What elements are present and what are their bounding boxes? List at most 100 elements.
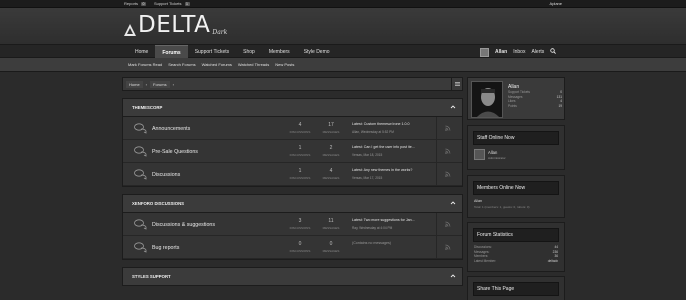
latest-meta: Versas, Mar 18, 2015 [352, 153, 383, 157]
forum-discussions: 1 DISCUSSIONS [286, 145, 314, 157]
discussion-label: DISCUSSIONS [289, 226, 311, 230]
tab-style-demo[interactable]: Style Demo [297, 45, 337, 59]
rss-icon[interactable] [436, 163, 458, 185]
forum-row: Announcements 4 DISCUSSIONS 17 MESSAGES … [123, 117, 462, 140]
topbar-user-link[interactable]: Aplane [550, 1, 562, 6]
collapse-chevron-icon[interactable] [450, 273, 456, 279]
menu-icon[interactable] [451, 78, 462, 90]
forum-title[interactable]: Discussions & suggestions [152, 222, 215, 228]
mark-forums-read-link[interactable]: Mark Forums Read [128, 62, 162, 67]
rss-icon[interactable] [436, 140, 458, 162]
breadcrumb-home[interactable]: Home [126, 80, 143, 88]
stat-value: 19 [558, 103, 562, 108]
breadcrumb: Home › Forums › [122, 77, 463, 91]
category-title[interactable]: XENFORO DISCUSSIONS [132, 201, 184, 206]
stat-value-latest-member[interactable]: deltadx [548, 259, 558, 264]
watched-threads-link[interactable]: Watched Threads [238, 62, 269, 67]
site-header: DELTA Dark [0, 8, 686, 44]
online-member-names[interactable]: Allan [474, 199, 558, 203]
staff-name[interactable]: Allan [488, 150, 506, 155]
nav-avatar[interactable] [480, 47, 489, 57]
staff-avatar[interactable] [474, 149, 485, 160]
forum-row: Bug reports 0 DISCUSSIONS 0 MESSAGES (Co… [123, 236, 462, 259]
latest-post: Latest: Custom themesw lrone 1.0.0 Allan… [352, 122, 438, 134]
block-title: Share This Page [473, 282, 559, 296]
user-avatar[interactable] [471, 81, 503, 118]
category-title[interactable]: STYLES SUPPORT [132, 274, 171, 279]
forum-row: Pre-Sale Questions 1 DISCUSSIONS 2 MESSA… [123, 140, 462, 163]
latest-meta: Ray, Wednesday at 4:04 PM [352, 226, 393, 230]
latest-thread-link[interactable]: Latest: Any new themes in the works? [352, 168, 438, 172]
message-count: 0 [329, 241, 333, 247]
latest-post: Latest: Can I get the user info post ite… [352, 145, 438, 157]
category-themescorp: THEMESCORP Announcements 4 DISCUSSIONS 1… [122, 98, 463, 187]
new-posts-link[interactable]: New Posts [275, 62, 294, 67]
forum-title[interactable]: Pre-Sale Questions [152, 149, 198, 155]
latest-thread-link[interactable]: Latest: Can I get the user info post ite… [352, 145, 438, 149]
category-styles-support: STYLES SUPPORT [122, 267, 463, 286]
forum-row: Discussions 1 DISCUSSIONS 4 MESSAGES Lat… [123, 163, 462, 186]
category-xenforo-discussions: XENFORO DISCUSSIONS Discussions & sugges… [122, 194, 463, 260]
reports-link[interactable]: Reports 0 [124, 1, 146, 6]
tab-members[interactable]: Members [262, 45, 297, 59]
watched-forums-link[interactable]: Watched Forums [202, 62, 232, 67]
forum-discussions: 3 DISCUSSIONS [286, 218, 314, 230]
site-logo[interactable]: DELTA Dark [123, 14, 227, 37]
tab-shop[interactable]: Shop [236, 45, 262, 59]
latest-meta: Allan, Wednesday at 5:52 PM [352, 130, 394, 134]
tab-support-tickets[interactable]: Support Tickets [188, 45, 236, 59]
rss-icon[interactable] [436, 213, 458, 235]
forum-row: Discussions & suggestions 3 DISCUSSIONS … [123, 213, 462, 236]
forum-discussions: 4 DISCUSSIONS [286, 122, 314, 134]
inbox-link[interactable]: Inbox [513, 49, 525, 55]
forum-title[interactable]: Announcements [152, 126, 190, 132]
discussion-count: 3 [298, 218, 302, 224]
block-title: Staff Online Now [473, 131, 559, 145]
latest-thread-link[interactable]: Latest: Custom themesw lrone 1.0.0 [352, 122, 438, 126]
reports-label: Reports [124, 1, 139, 6]
rss-icon[interactable] [436, 117, 458, 139]
discussion-count: 1 [298, 145, 302, 151]
collapse-chevron-icon[interactable] [450, 104, 456, 110]
forum-title[interactable]: Discussions [152, 172, 180, 178]
rss-icon[interactable] [436, 236, 458, 258]
forum-statistics-block: Forum Statistics Discussions: 44 Messages… [467, 222, 565, 272]
breadcrumb-forums[interactable]: Forums [150, 80, 170, 88]
block-title: Members Online Now [473, 181, 559, 195]
alerts-link[interactable]: Alerts [531, 49, 544, 55]
profile-stat-row: Points 19 [508, 104, 562, 109]
tab-home[interactable]: Home [128, 45, 155, 59]
message-label: MESSAGES [322, 130, 340, 134]
forum-title[interactable]: Bug reports [152, 245, 179, 251]
support-tickets-link[interactable]: Support Tickets 1 [154, 1, 190, 6]
breadcrumb-separator-icon: › [172, 81, 174, 87]
latest-thread-link[interactable]: Latest: Two more suggestions for Jan... [352, 218, 438, 222]
logo-word: DELTA [138, 12, 211, 38]
discussion-count: 1 [298, 168, 302, 174]
search-icon[interactable] [550, 48, 557, 56]
collapse-chevron-icon[interactable] [450, 200, 456, 206]
forum-discussions: 0 DISCUSSIONS [286, 241, 314, 253]
stat-label: Latest Member: [474, 258, 497, 263]
forum-messages: 11 MESSAGES [317, 218, 345, 230]
logo-mark-icon [123, 23, 137, 37]
staff-member[interactable]: Allan Administrator [474, 149, 558, 160]
profile-stats: Support Tickets 0 Messages 131 Likes 4 Poin… [508, 90, 562, 108]
top-bar: Reports 0 Support Tickets 1 Aplane [0, 0, 686, 8]
support-tickets-count-badge: 1 [184, 1, 190, 6]
latest-thread-link: (Contains no messages) [352, 241, 391, 245]
discussion-label: DISCUSSIONS [289, 130, 311, 134]
message-count: 2 [329, 145, 333, 151]
nav-user-link[interactable]: Allan [495, 49, 507, 55]
search-forums-link[interactable]: Search Forums [168, 62, 195, 67]
category-header: STYLES SUPPORT [123, 268, 462, 286]
stat-label: Points [508, 103, 517, 108]
discussion-count: 4 [298, 122, 302, 128]
tab-forums[interactable]: Forums [155, 45, 188, 59]
category-header: THEMESCORP [123, 99, 462, 117]
discussion-label: DISCUSSIONS [289, 249, 311, 253]
visitor-panel: Allan Support Tickets 0 Messages 131 Likes… [467, 77, 565, 120]
forum-messages: 0 MESSAGES [317, 241, 345, 253]
staff-role: Administrator [488, 155, 506, 160]
category-title[interactable]: THEMESCORP [132, 105, 162, 110]
